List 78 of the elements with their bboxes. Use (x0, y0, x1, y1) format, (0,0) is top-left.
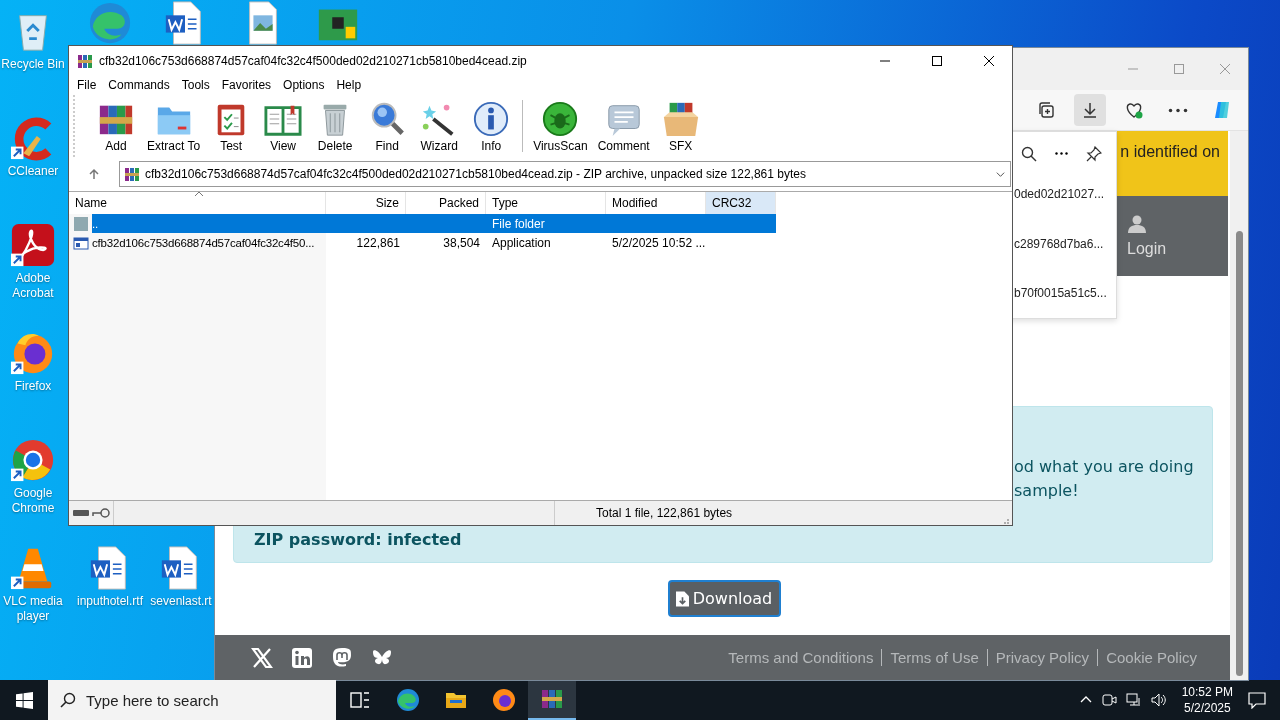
type-cell-text: File folder (491, 216, 546, 231)
close-icon (1219, 63, 1231, 75)
camera-icon[interactable] (1100, 692, 1117, 708)
search-field[interactable]: Type here to search (48, 680, 336, 720)
more-icon (1168, 107, 1188, 113)
heart-icon (1124, 100, 1144, 120)
books-icon (540, 687, 564, 711)
address-field[interactable]: cfb32d106c753d668874d57caf04fc32c4f500ded02d210271cb5810bed4cead.zip - ZIP archive, unpacked size 122,861 bytes (119, 161, 1011, 187)
status-text: Total 1 file, 122,861 bytes (554, 501, 998, 525)
zip-password-text: ZIP password: infected (254, 529, 463, 549)
file-name: .. (92, 217, 99, 230)
toolbar-button[interactable]: Extract To (143, 99, 205, 153)
archive-icon (124, 166, 140, 182)
download-item[interactable]: c289768d7ba6... (1014, 219, 1116, 269)
toolbar-button[interactable]: Info (466, 99, 517, 153)
user-icon (1127, 213, 1147, 234)
toolbar-button[interactable]: Find (362, 99, 413, 153)
banner-text: n identified on (1120, 143, 1220, 161)
login-button[interactable]: Login (1115, 195, 1228, 276)
toolbar-button[interactable]: Comment (593, 99, 654, 153)
volume-icon[interactable] (1150, 692, 1167, 708)
toolbar-button[interactable]: SFX (655, 99, 706, 153)
toolbar-button[interactable]: Delete (310, 99, 361, 153)
search-icon[interactable] (1021, 145, 1037, 162)
clock[interactable]: 10:52 PM 5/2/2025 (1175, 684, 1239, 716)
menu-item[interactable]: Tools (175, 78, 216, 92)
file-row[interactable]: cfb32d106c753d668874d57caf04fc32c4f50... 122,861 38,504 Application 5/2/2025 10:52 ... (92, 233, 776, 252)
info-text: od what you are doing (1014, 455, 1195, 478)
archiver-taskbar-button[interactable] (528, 680, 576, 720)
network-icon[interactable] (1125, 692, 1142, 708)
download-button[interactable]: Download (667, 580, 781, 618)
more-icon[interactable] (1055, 152, 1068, 156)
download-item[interactable]: b70f0015a51c5... (1014, 268, 1116, 318)
modified-cell-text: 5/2/2025 10:52 ... (611, 235, 706, 250)
menu-item[interactable]: Commands (102, 78, 176, 92)
file-row[interactable]: .. File folder (92, 214, 776, 233)
swirl-browser-icon (396, 688, 420, 712)
menu-item[interactable]: Favorites (215, 78, 278, 92)
up-arrow-icon (88, 168, 100, 180)
file-name: cfb32d106c753d668874d57caf04fc32c4f50... (92, 236, 316, 249)
copilot-icon (1212, 100, 1232, 120)
downloads-button[interactable] (1074, 94, 1106, 126)
maximize-icon (931, 54, 943, 67)
parent-folder-icon (73, 215, 89, 232)
window-title: cfb32d106c753d668874d57caf04fc32c4f500ded02d210271cb5810bed4cead.zip (99, 53, 528, 68)
menu-item[interactable]: Options (277, 78, 331, 92)
notification-icon[interactable] (1248, 691, 1266, 709)
scrollbar[interactable] (1230, 131, 1248, 680)
key-icon (92, 507, 110, 519)
bug-icon (541, 99, 580, 138)
info-text: sample! (1014, 479, 1080, 502)
pin-icon[interactable] (1086, 145, 1102, 162)
collections-icon (1036, 100, 1056, 120)
file-download-icon (675, 590, 689, 607)
toolbar-button[interactable]: VirusScan (529, 99, 592, 153)
x-logo-icon[interactable] (251, 646, 273, 669)
toolbar-button[interactable]: View (258, 99, 309, 153)
toolbar-button[interactable]: Test (206, 99, 257, 153)
close-icon (983, 54, 995, 67)
windows-logo-icon (15, 691, 33, 709)
drive-icon (73, 508, 89, 518)
packed-cell-text: 38,504 (442, 235, 481, 250)
toolbar-button[interactable]: Wizard (414, 99, 465, 153)
column-header[interactable]: CRC32 (706, 192, 776, 214)
archive-app-icon (77, 52, 93, 69)
swirl-browser-icon (87, 0, 133, 46)
info-icon (472, 99, 511, 138)
menu-item[interactable]: Help (330, 78, 368, 92)
maximize-icon (1173, 63, 1185, 75)
linkedin-icon[interactable] (291, 646, 313, 669)
menu-item[interactable]: File (71, 78, 103, 92)
size-cell-text: 122,861 (355, 235, 401, 250)
fox-globe-icon (492, 688, 516, 712)
type-cell-text: Application (491, 235, 552, 250)
mastodon-icon[interactable] (331, 646, 353, 669)
toolbar-button[interactable]: Add (91, 99, 141, 153)
application-file-icon (73, 234, 89, 251)
download-item[interactable]: 0ded02d21027... (1014, 169, 1116, 220)
